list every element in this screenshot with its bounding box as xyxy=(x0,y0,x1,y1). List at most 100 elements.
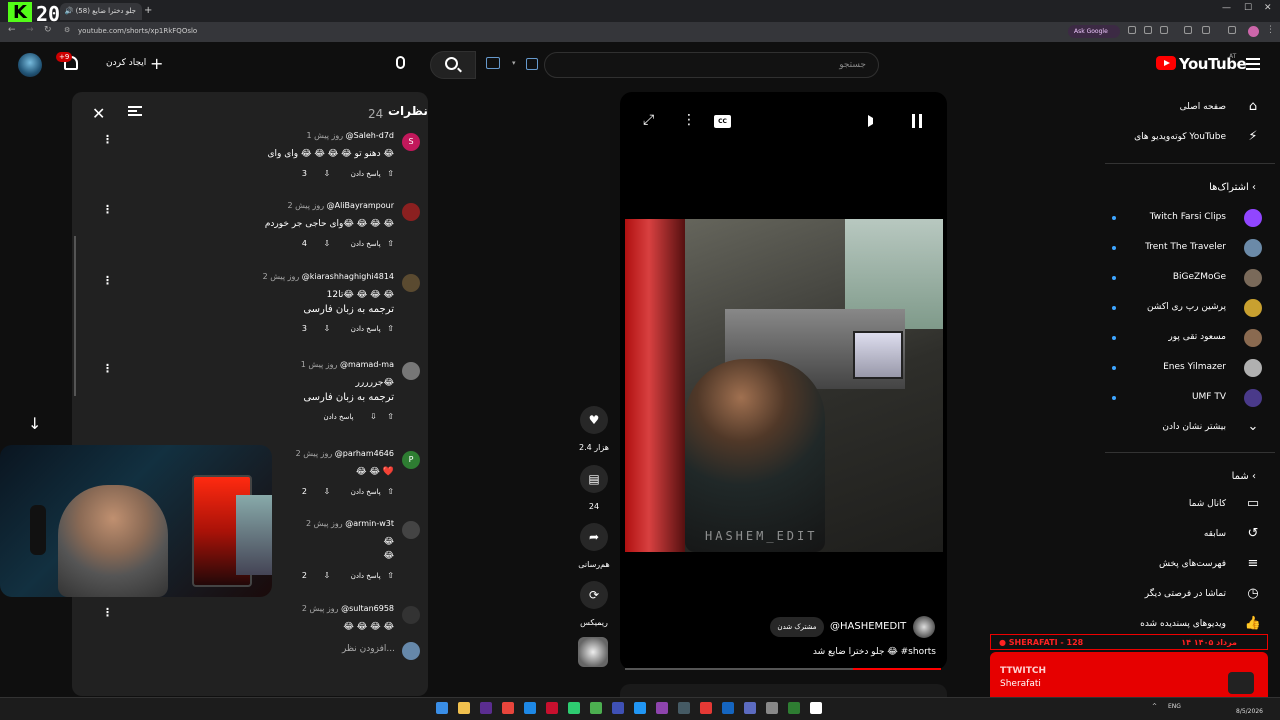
comment-avatar[interactable] xyxy=(402,606,420,624)
channel-name[interactable]: @HASHEMEDIT xyxy=(830,621,906,632)
new-tab-icon[interactable]: + xyxy=(144,5,152,16)
subscribe-button[interactable]: مشترک شدن xyxy=(770,617,824,637)
minimize-icon[interactable]: — xyxy=(1222,3,1231,13)
edge-icon[interactable] xyxy=(524,702,536,714)
translate-link[interactable]: ترجمه به زبان فارسی xyxy=(303,304,394,315)
dislike-icon[interactable]: ⇩ xyxy=(323,571,330,580)
captions-button[interactable]: CC xyxy=(714,115,731,128)
subscriptions-header[interactable]: اشتراک‌ها ‹ xyxy=(1209,182,1262,193)
remix-button[interactable]: ⟳ xyxy=(580,581,608,609)
like-icon[interactable]: ⇧ xyxy=(387,487,394,496)
reload-icon[interactable]: ↻ xyxy=(44,25,52,35)
translate-link[interactable]: ترجمه به زبان فارسی xyxy=(303,392,394,403)
dislike-icon[interactable]: ⇩ xyxy=(370,412,377,421)
close-window-icon[interactable]: ✕ xyxy=(1264,3,1272,13)
comment-avatar[interactable] xyxy=(402,274,420,292)
keyboard-icon[interactable] xyxy=(526,58,538,70)
dislike-icon[interactable]: ⇩ xyxy=(323,324,330,333)
translate-icon[interactable] xyxy=(486,57,500,69)
chevron-down-icon[interactable]: ▾ xyxy=(512,59,516,67)
sidebar-you-item[interactable]: ◷ تماشا در فرصتی دیگر xyxy=(1092,583,1262,609)
forward-icon[interactable]: → xyxy=(26,25,34,35)
sort-icon[interactable] xyxy=(128,106,142,116)
youtube-logo-icon[interactable] xyxy=(1156,56,1176,70)
sidebar-you-item[interactable]: ↺ سابقه xyxy=(1092,523,1262,549)
taskbar-date[interactable]: 8/5/2026 xyxy=(1236,708,1263,715)
dislike-icon[interactable]: ⇩ xyxy=(323,169,330,178)
show-more-button[interactable]: ⌄ بیشتر نشان دادن xyxy=(1092,416,1262,442)
app-icon[interactable] xyxy=(788,702,800,714)
url-field[interactable]: youtube.com/shorts/xp1RkFQOslo xyxy=(78,27,197,35)
share-page-icon[interactable] xyxy=(1160,26,1168,34)
maximize-icon[interactable]: ☐ xyxy=(1244,3,1252,13)
more-options-icon[interactable]: ⋮ xyxy=(682,112,696,128)
reply-button[interactable]: پاسخ دادن xyxy=(351,325,381,333)
youtube-app-icon[interactable] xyxy=(700,702,712,714)
comment-author[interactable]: @armin-w3t xyxy=(345,519,394,528)
like-icon[interactable]: ⇧ xyxy=(387,324,394,333)
sidebar-subscription-item[interactable]: Enes Yilmazer xyxy=(1092,356,1262,382)
comment-menu-icon[interactable]: ⋮ xyxy=(102,362,113,375)
comment-avatar[interactable]: P xyxy=(402,451,420,469)
close-icon[interactable]: ✕ xyxy=(92,104,105,123)
sidebar-subscription-item[interactable]: UMF TV xyxy=(1092,386,1262,412)
extensions-puzzle-icon[interactable] xyxy=(1202,26,1210,34)
sidebar-subscription-item[interactable]: مسعود تقی پور xyxy=(1092,326,1262,352)
reply-button[interactable]: پاسخ دادن xyxy=(351,572,381,580)
voice-search-icon[interactable] xyxy=(396,56,405,69)
app-icon[interactable] xyxy=(590,702,602,714)
reply-button[interactable]: پاسخ دادن xyxy=(323,413,353,421)
comment-author[interactable]: @mamad-ma xyxy=(340,360,394,369)
app-icon[interactable] xyxy=(612,702,624,714)
dislike-icon[interactable]: ⇩ xyxy=(323,487,330,496)
reply-button[interactable]: پاسخ دادن xyxy=(351,488,381,496)
user-avatar[interactable] xyxy=(18,53,42,77)
premiere-icon[interactable] xyxy=(480,702,492,714)
extension-icon[interactable] xyxy=(1184,26,1192,34)
comment-avatar[interactable]: S xyxy=(402,133,420,151)
pause-icon[interactable] xyxy=(912,114,922,128)
menu-icon[interactable] xyxy=(1246,58,1260,70)
start-icon[interactable] xyxy=(436,702,448,714)
browser-tab[interactable]: جلو دخترا ضایع (58) 🔊 xyxy=(60,3,142,20)
app-icon[interactable] xyxy=(568,702,580,714)
like-icon[interactable]: ⇧ xyxy=(387,239,394,248)
language-indicator[interactable]: ENG xyxy=(1168,703,1181,710)
add-comment-input[interactable]: افزودن نظر... xyxy=(250,644,395,654)
comment-menu-icon[interactable]: ⋮ xyxy=(102,203,113,216)
comment-author[interactable]: @AliBayrampour xyxy=(327,201,394,210)
search-input[interactable]: جستجو xyxy=(544,52,879,78)
browser-profile-avatar[interactable] xyxy=(1248,26,1259,37)
comment-menu-icon[interactable]: ⋮ xyxy=(102,133,113,146)
comment-author[interactable]: @sultan6958 xyxy=(341,604,394,613)
next-short-peek[interactable] xyxy=(620,684,947,698)
sidebar-subscription-item[interactable]: BiGeZMoGe xyxy=(1092,266,1262,292)
comment-menu-icon[interactable]: ⋮ xyxy=(102,274,113,287)
app-icon[interactable] xyxy=(634,702,646,714)
file-icon[interactable] xyxy=(810,702,822,714)
volume-icon[interactable] xyxy=(868,115,876,127)
like-icon[interactable]: ⇧ xyxy=(387,169,394,178)
reply-button[interactable]: پاسخ دادن xyxy=(351,170,381,178)
like-icon[interactable]: ⇧ xyxy=(387,571,394,580)
file-explorer-icon[interactable] xyxy=(458,702,470,714)
share-button[interactable]: ➦ xyxy=(580,523,608,551)
comment-menu-icon[interactable]: ⋮ xyxy=(102,606,113,619)
zoom-icon[interactable] xyxy=(1128,26,1136,34)
fullscreen-icon[interactable]: ⤢ xyxy=(643,112,654,128)
sidebar-item-home[interactable]: ⌂ صفحه اصلی xyxy=(1092,96,1262,122)
opera-icon[interactable] xyxy=(546,702,558,714)
app-icon[interactable] xyxy=(678,702,690,714)
video-progress-bar[interactable] xyxy=(625,668,941,670)
sidebar-subscription-item[interactable]: Trent The Traveler xyxy=(1092,236,1262,262)
comment-author[interactable]: @kiarashhaghighi4814 xyxy=(302,272,394,281)
comment-avatar[interactable] xyxy=(402,362,420,380)
app-icon[interactable] xyxy=(722,702,734,714)
sidebar-item-shorts[interactable]: ⚡ کوته‌ویدیو های YouTube xyxy=(1092,126,1262,152)
channel-avatar[interactable] xyxy=(913,616,935,638)
comment-avatar[interactable] xyxy=(402,521,420,539)
create-button[interactable]: ایجاد کردن xyxy=(106,58,146,68)
sound-thumbnail[interactable] xyxy=(578,637,608,667)
sidebar-you-item[interactable]: ≡ فهرست‌های پخش xyxy=(1092,553,1262,579)
vscode-icon[interactable] xyxy=(744,702,756,714)
